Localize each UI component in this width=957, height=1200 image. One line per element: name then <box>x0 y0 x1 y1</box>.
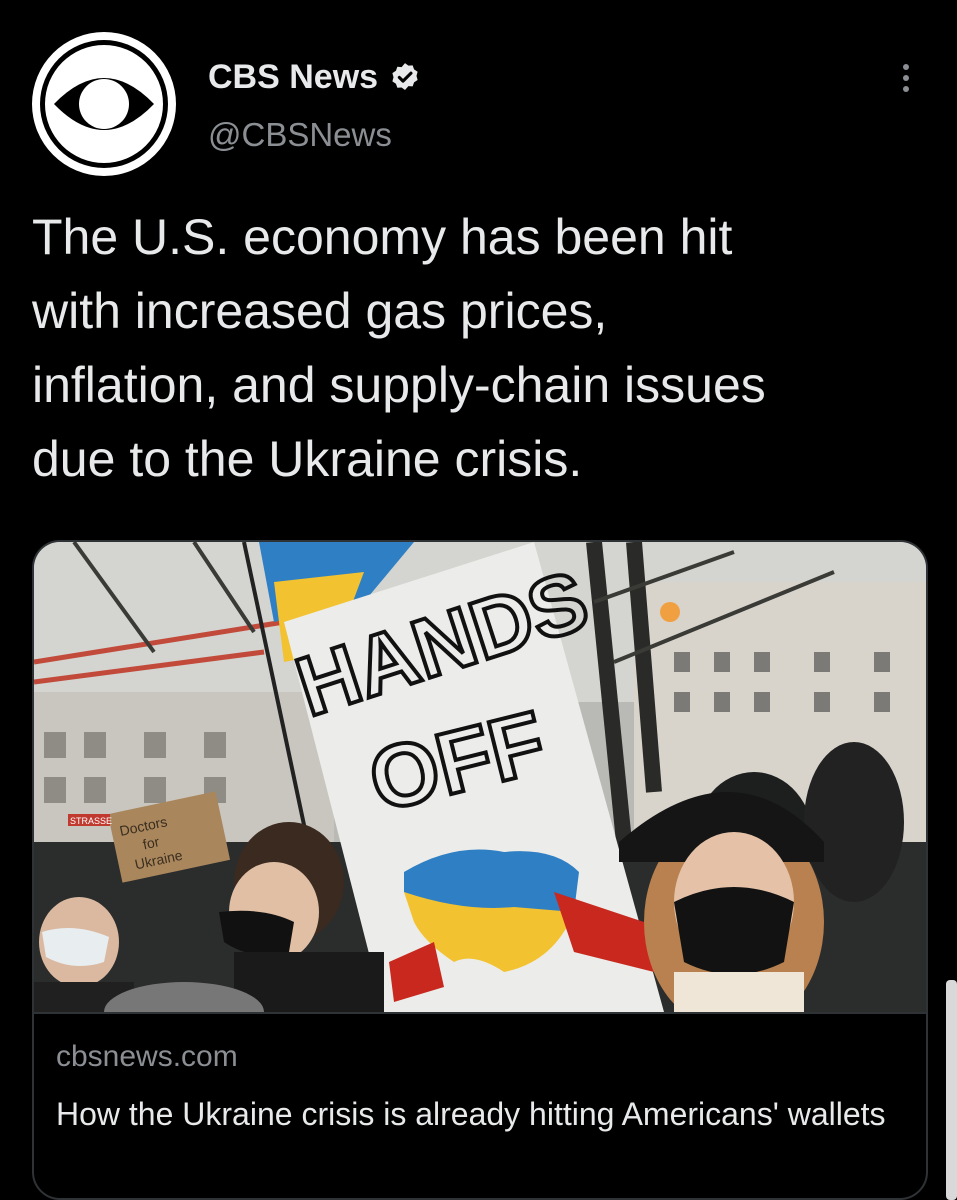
verified-badge-icon <box>388 61 422 95</box>
more-options-icon <box>903 64 909 92</box>
author-name-text: CBS News <box>208 58 379 96</box>
card-domain: cbsnews.com <box>56 1040 238 1073</box>
author-name[interactable]: CBS News <box>208 58 422 97</box>
street-sign-text: STRASSE <box>70 816 112 826</box>
link-card[interactable]: HANDS OFF Doctors for Ukraine STRASSE cb… <box>32 540 928 1200</box>
tweet-text: The U.S. economy has been hit with incre… <box>32 209 766 487</box>
card-title: How the Ukraine crisis is already hittin… <box>56 1096 886 1132</box>
cbs-eye-logo-icon <box>34 34 174 174</box>
card-image: HANDS OFF Doctors for Ukraine STRASSE <box>34 542 926 1012</box>
card-divider <box>34 1012 926 1014</box>
more-options-button[interactable] <box>886 58 926 98</box>
avatar[interactable] <box>32 32 176 176</box>
scrollbar-thumb[interactable] <box>946 980 957 1200</box>
author-handle[interactable]: @CBSNews <box>208 116 392 154</box>
